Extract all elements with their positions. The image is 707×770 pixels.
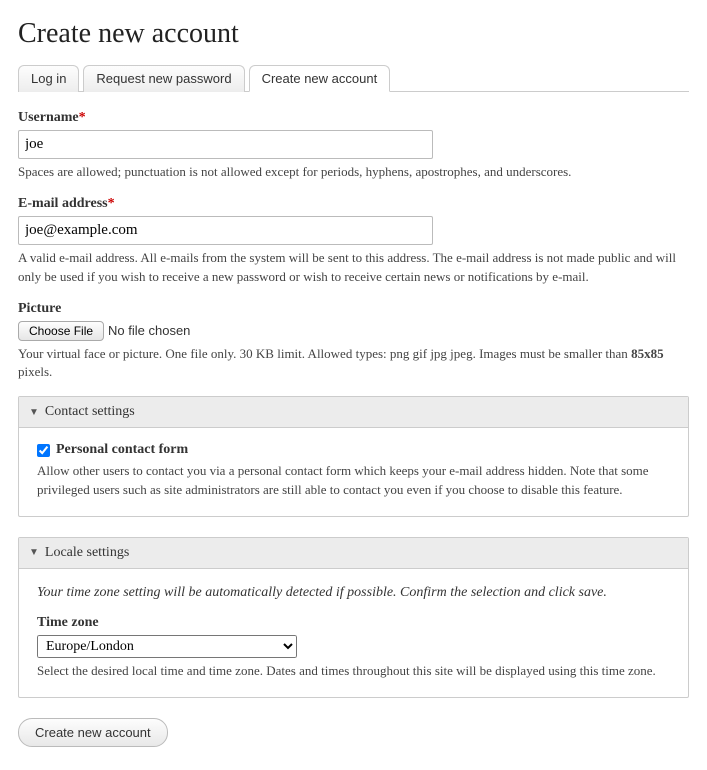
file-status-text: No file chosen xyxy=(108,323,190,338)
triangle-down-icon: ▼ xyxy=(29,407,39,418)
username-field-group: Username* Spaces are allowed; punctuatio… xyxy=(18,110,689,182)
tab-login[interactable]: Log in xyxy=(18,65,79,92)
email-label: E-mail address* xyxy=(18,196,689,212)
email-description: A valid e-mail address. All e-mails from… xyxy=(18,249,689,287)
locale-legend-text: Locale settings xyxy=(45,545,129,561)
locale-note: Your time zone setting will be automatic… xyxy=(37,583,670,603)
required-marker: * xyxy=(108,196,115,211)
required-marker: * xyxy=(79,110,86,125)
timezone-description: Select the desired local time and time z… xyxy=(37,662,670,681)
choose-file-button[interactable]: Choose File xyxy=(18,321,104,341)
picture-desc-suffix: pixels. xyxy=(18,364,52,379)
locale-settings-fieldset: ▼ Locale settings Your time zone setting… xyxy=(18,537,689,698)
contact-legend-text: Contact settings xyxy=(45,404,135,420)
tab-create-account[interactable]: Create new account xyxy=(249,65,391,92)
tab-request-password[interactable]: Request new password xyxy=(83,65,244,92)
picture-field-group: Picture Choose File No file chosen Your … xyxy=(18,301,689,383)
username-description: Spaces are allowed; punctuation is not a… xyxy=(18,163,689,182)
timezone-label: Time zone xyxy=(37,615,670,631)
email-input[interactable] xyxy=(18,216,433,245)
create-account-button[interactable]: Create new account xyxy=(18,718,168,747)
username-label: Username* xyxy=(18,110,689,126)
picture-desc-bold: 85x85 xyxy=(631,346,664,361)
picture-description: Your virtual face or picture. One file o… xyxy=(18,345,689,383)
contact-settings-legend[interactable]: ▼ Contact settings xyxy=(19,397,688,428)
triangle-down-icon: ▼ xyxy=(29,547,39,558)
contact-settings-fieldset: ▼ Contact settings Personal contact form… xyxy=(18,396,689,517)
page-title: Create new account xyxy=(18,18,689,50)
picture-label: Picture xyxy=(18,301,689,317)
picture-desc-prefix: Your virtual face or picture. One file o… xyxy=(18,346,631,361)
tab-list: Log in Request new password Create new a… xyxy=(18,64,689,92)
personal-contact-checkbox[interactable] xyxy=(37,444,50,457)
locale-settings-legend[interactable]: ▼ Locale settings xyxy=(19,538,688,569)
username-input[interactable] xyxy=(18,130,433,159)
username-label-text: Username xyxy=(18,110,79,125)
timezone-select[interactable]: Europe/London xyxy=(37,635,297,658)
email-label-text: E-mail address xyxy=(18,196,108,211)
personal-contact-label[interactable]: Personal contact form xyxy=(56,442,188,458)
contact-description: Allow other users to contact you via a p… xyxy=(37,462,670,500)
email-field-group: E-mail address* A valid e-mail address. … xyxy=(18,196,689,287)
